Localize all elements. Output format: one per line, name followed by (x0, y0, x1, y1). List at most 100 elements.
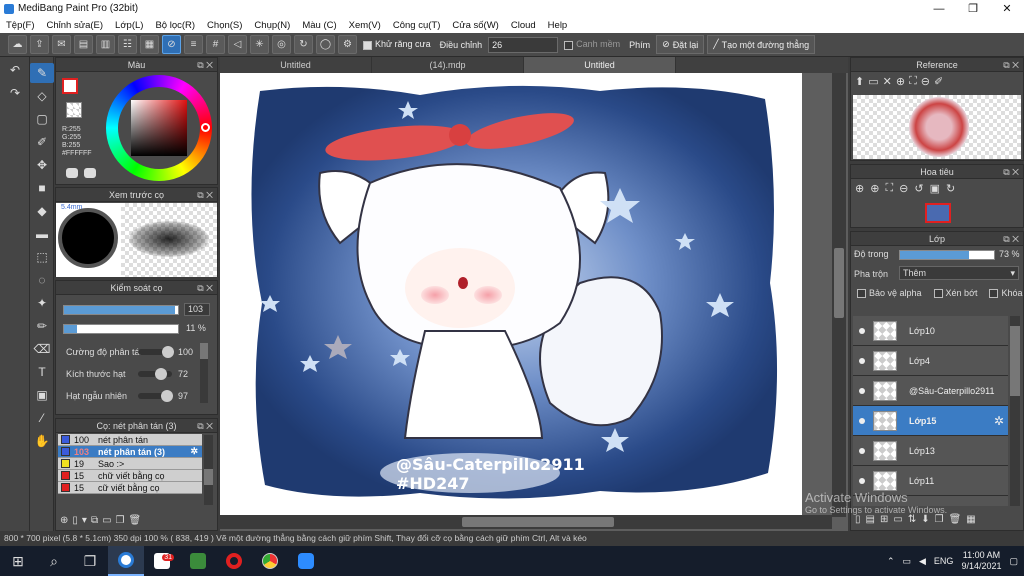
brush-list-item[interactable]: 100 nét phân tán (58, 434, 202, 446)
comment-icon[interactable]: ✉ (52, 35, 71, 54)
antialias-option[interactable]: Khử răng cưa (363, 39, 431, 50)
reset-button[interactable]: ⊘ Đặt lại (656, 35, 705, 54)
canvas-horizontal-scrollbar[interactable] (220, 515, 832, 529)
layer-row[interactable]: Lớp10 (853, 316, 1008, 346)
slider-knob[interactable] (155, 368, 168, 380)
smooth-option[interactable]: Canh mềm (564, 39, 620, 50)
panel-close-icon[interactable]: ⧉ ✕ (197, 419, 213, 433)
ellipse-ruler-icon[interactable]: ◯ (316, 35, 335, 54)
layer-row[interactable]: Lớp13 (853, 436, 1008, 466)
brush-list-item[interactable]: 19 Sao :> (58, 458, 202, 470)
copy-brush-icon[interactable]: ⧉ (91, 515, 98, 526)
create-line-button[interactable]: ╱ Tạo một đường thẳng (707, 35, 816, 54)
eyedropper-tool-icon[interactable]: ⁄ (30, 408, 54, 428)
foreground-swatch[interactable] (62, 78, 78, 94)
brush-opacity-slider[interactable] (63, 324, 179, 334)
brush-param-slider[interactable] (138, 390, 174, 402)
new-layer-menu-icon[interactable]: ▤ (866, 514, 875, 525)
zoom-in-icon[interactable]: ⊕ (855, 182, 864, 195)
layer-list-scrollbar[interactable] (1010, 316, 1020, 506)
text-tool-icon[interactable]: T (30, 362, 54, 382)
gear-icon[interactable]: ✲ (994, 414, 1004, 428)
cloud-icon[interactable]: ☁ (8, 35, 27, 54)
eye-icon[interactable] (859, 327, 865, 334)
eyedrop-icon[interactable] (84, 168, 96, 178)
eye-icon[interactable] (859, 477, 865, 484)
page-icon[interactable]: ▥ (96, 35, 115, 54)
task-view-icon[interactable]: ❐ (72, 546, 108, 576)
volume-icon[interactable]: ◀ (919, 556, 926, 567)
menu-select[interactable]: Chọn(S) (207, 20, 242, 31)
zoom-app-icon[interactable] (288, 546, 324, 576)
eye-icon[interactable] (859, 357, 865, 364)
brush-param-slider[interactable] (138, 368, 172, 380)
menu-view[interactable]: Xem(V) (349, 20, 381, 31)
close-reference-icon[interactable]: ✕ (883, 75, 892, 88)
rotate-right-icon[interactable]: ↻ (946, 182, 955, 195)
select-rect-tool-icon[interactable]: ⬚ (30, 247, 54, 267)
menu-help[interactable]: Help (548, 20, 568, 31)
lasso-tool-icon[interactable]: ◌ (30, 270, 54, 290)
merge-icon[interactable]: ⬇ (921, 514, 929, 525)
params-scrollbar[interactable] (200, 343, 208, 403)
slider-knob[interactable] (162, 346, 174, 358)
pen-tool-icon[interactable]: ✐ (30, 132, 54, 152)
clip-option[interactable]: Xén bớt (933, 288, 977, 299)
maximize-button[interactable]: ❐ (956, 2, 990, 15)
new-brush-icon[interactable]: ▯ (72, 515, 78, 526)
background-swatch[interactable] (66, 102, 82, 118)
layer-row[interactable]: @Sâu-Caterpillo2911 (853, 376, 1008, 406)
tab-14-mdp[interactable]: (14).mdp (372, 57, 524, 73)
medibang-app-icon[interactable] (108, 546, 144, 576)
menu-snap[interactable]: Chụp(N) (254, 20, 290, 31)
brush-list-item[interactable]: 15 chữ viết bằng cọ (58, 470, 202, 482)
layer-row[interactable]: Lớp15 ✲ (853, 406, 1008, 436)
search-icon[interactable]: ⌕ (36, 546, 72, 576)
fit-icon[interactable]: ⛶ (909, 75, 917, 88)
eye-icon[interactable] (859, 447, 865, 454)
brush-list-item[interactable]: 103 nét phân tán (3) ✲ (58, 446, 202, 458)
windows-start-icon[interactable]: ⊞ (0, 546, 36, 576)
zoom-in-icon[interactable]: ⊕ (870, 182, 879, 195)
game-icon[interactable] (180, 546, 216, 576)
layer-settings-icon[interactable]: ▦ (966, 514, 975, 525)
grid-list-icon[interactable]: ☷ (118, 35, 137, 54)
document-icon[interactable]: ▤ (74, 35, 93, 54)
add-layer-icon[interactable]: ⊞ (880, 514, 888, 525)
zoom-out-icon[interactable]: ⊖ (899, 182, 908, 195)
undo-icon[interactable]: ↶ (3, 60, 27, 80)
lock-option[interactable]: Khóa (989, 288, 1023, 299)
slider-knob[interactable] (161, 390, 174, 402)
gradient-tool-icon[interactable]: ▬ (30, 224, 54, 244)
fill-rect-tool-icon[interactable]: ■ (30, 178, 54, 198)
hue-handle[interactable] (201, 123, 210, 132)
adjust-select[interactable]: 26 (488, 36, 559, 53)
menu-window[interactable]: Cửa số(W) (452, 20, 498, 31)
redo-icon[interactable]: ↷ (3, 83, 27, 103)
folder-open-icon[interactable]: ▭ (868, 75, 878, 88)
panel-close-icon[interactable]: ⧉ ✕ (197, 281, 213, 295)
delete-layer-icon[interactable]: 🗑 (949, 514, 962, 525)
new-layer-icon[interactable]: ▯ (855, 514, 861, 525)
brush-size-value[interactable]: 103 (184, 303, 210, 316)
rotate-left-icon[interactable]: ↺ (914, 182, 923, 195)
parallel-ruler-icon[interactable]: ≡ (184, 35, 203, 54)
menu-tools[interactable]: Công cụ(T) (393, 20, 441, 31)
eye-icon[interactable] (859, 417, 865, 424)
duplicate-icon[interactable]: ❐ (116, 515, 125, 526)
share-icon[interactable]: ⇪ (30, 35, 49, 54)
brush-param-slider[interactable] (138, 346, 174, 358)
antialias-checkbox[interactable] (363, 40, 372, 50)
minimize-button[interactable]: — (922, 3, 956, 15)
actual-size-icon[interactable]: ▣ (930, 182, 940, 195)
bucket-tool-icon[interactable]: ◆ (30, 201, 54, 221)
zoom-in-icon[interactable]: ⊕ (896, 75, 905, 88)
brush-tool-icon[interactable]: ✎ (30, 63, 54, 83)
lock-checkbox[interactable] (989, 289, 999, 299)
panel-close-icon[interactable]: ⧉ ✕ (1003, 165, 1019, 179)
select-pen-tool-icon[interactable]: ✏ (30, 316, 54, 336)
drawing-canvas[interactable]: @Sâu-Caterpillo2911 #HD247 (220, 73, 802, 517)
notifications-icon[interactable]: ▢ (1009, 556, 1018, 567)
navigator-thumbnail[interactable] (925, 203, 951, 223)
folder-icon[interactable]: ▭ (893, 514, 902, 525)
